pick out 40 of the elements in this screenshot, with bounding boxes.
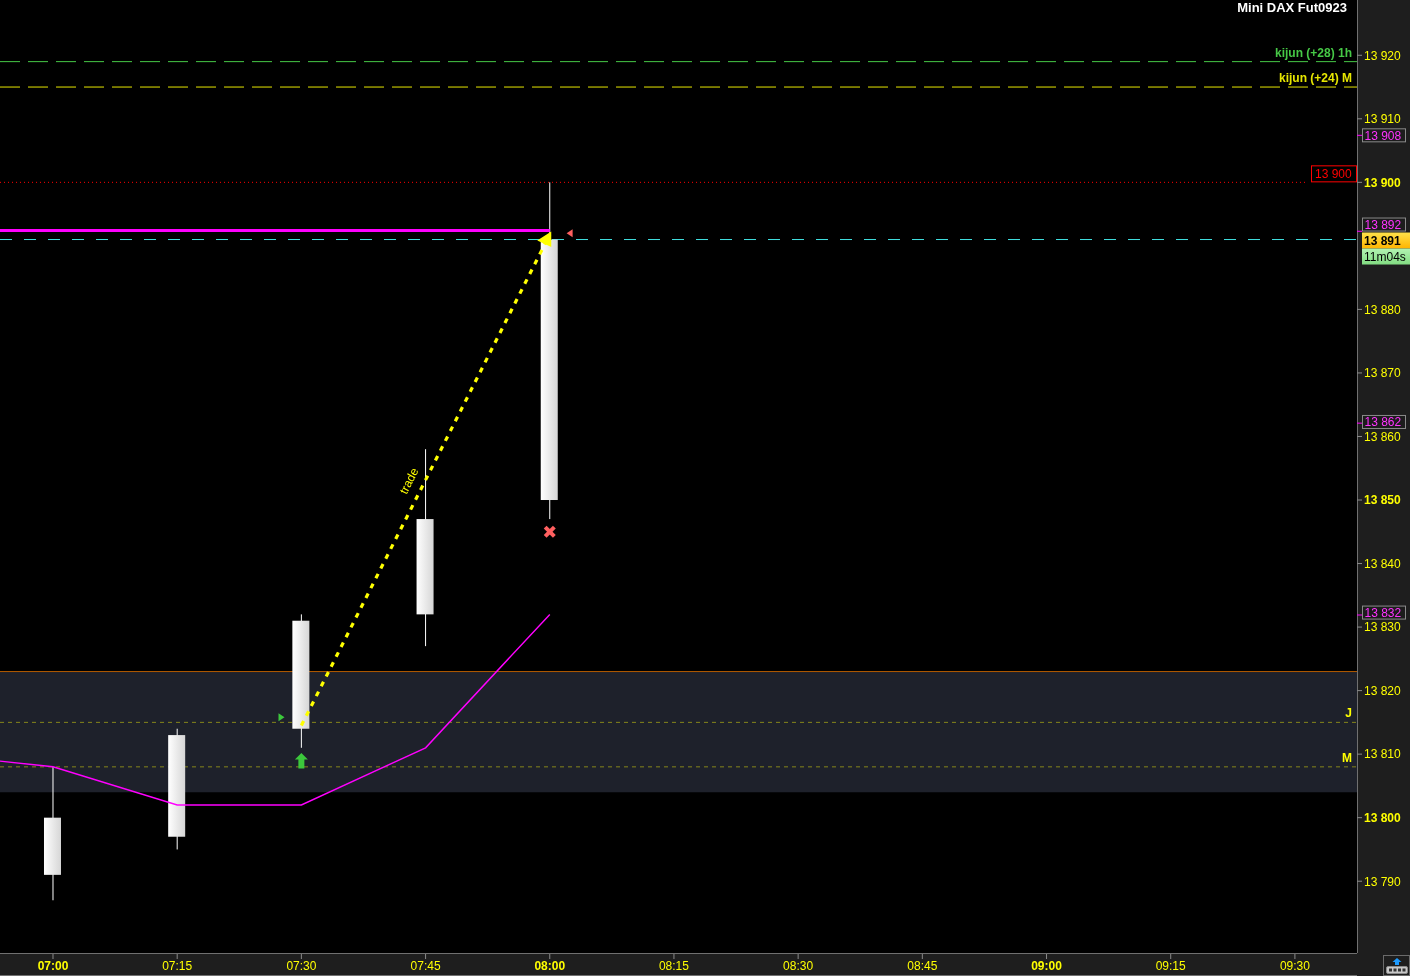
price-label: 13 840 (1364, 556, 1401, 571)
time-label: 08:00 (534, 959, 566, 973)
time-label: 09:15 (1155, 959, 1186, 973)
time-label: 07:30 (286, 959, 317, 973)
pivot-label: M (1342, 750, 1352, 765)
ref-line-label: 13 891 (1364, 234, 1402, 249)
price-label: 13 800 (1364, 811, 1401, 825)
cross-icon (543, 525, 556, 538)
price-tag: 13 900 (1311, 165, 1357, 183)
trade-label: trade (396, 465, 422, 497)
triangle-marker-icon (566, 229, 573, 238)
price-label: 13 870 (1364, 366, 1401, 381)
time-label: 07:45 (410, 959, 441, 973)
price-label: 13 820 (1364, 683, 1401, 698)
price-label: 13 850 (1364, 493, 1401, 508)
time-label: 09:00 (1031, 959, 1062, 973)
price-label: 13 900 (1364, 175, 1401, 190)
price-label: 13 910 (1364, 112, 1401, 127)
last-price-tag: 13 891 (1362, 232, 1410, 249)
triangle-marker-icon (278, 713, 285, 722)
pivot-label: J (1345, 706, 1352, 721)
time-label: 08:30 (783, 959, 814, 973)
line-label: kijun (+24) M (1279, 71, 1352, 86)
corner-button[interactable] (1383, 955, 1410, 976)
price-label: 13 830 (1364, 620, 1401, 635)
time-label: 08:45 (907, 959, 938, 973)
price-label: 13 860 (1364, 429, 1401, 444)
time-label: 07:15 (162, 959, 193, 973)
time-label: 08:15 (658, 959, 689, 973)
time-label: 07:00 (37, 959, 69, 973)
chart-title: Mini DAX Fut0923 (1237, 0, 1347, 15)
price-label: 13 920 (1364, 48, 1401, 63)
arrow-up-icon (294, 753, 308, 769)
line-label: kijun (+28) 1h (1274, 45, 1352, 60)
price-label: 13 880 (1364, 302, 1401, 317)
time-label: 09:30 (1279, 959, 1310, 973)
arrow-up-tray-icon (1385, 957, 1408, 974)
ref-line-label: 13 900 (1315, 166, 1353, 181)
price-label: 13 810 (1364, 747, 1401, 762)
price-label: 13 790 (1364, 874, 1401, 889)
